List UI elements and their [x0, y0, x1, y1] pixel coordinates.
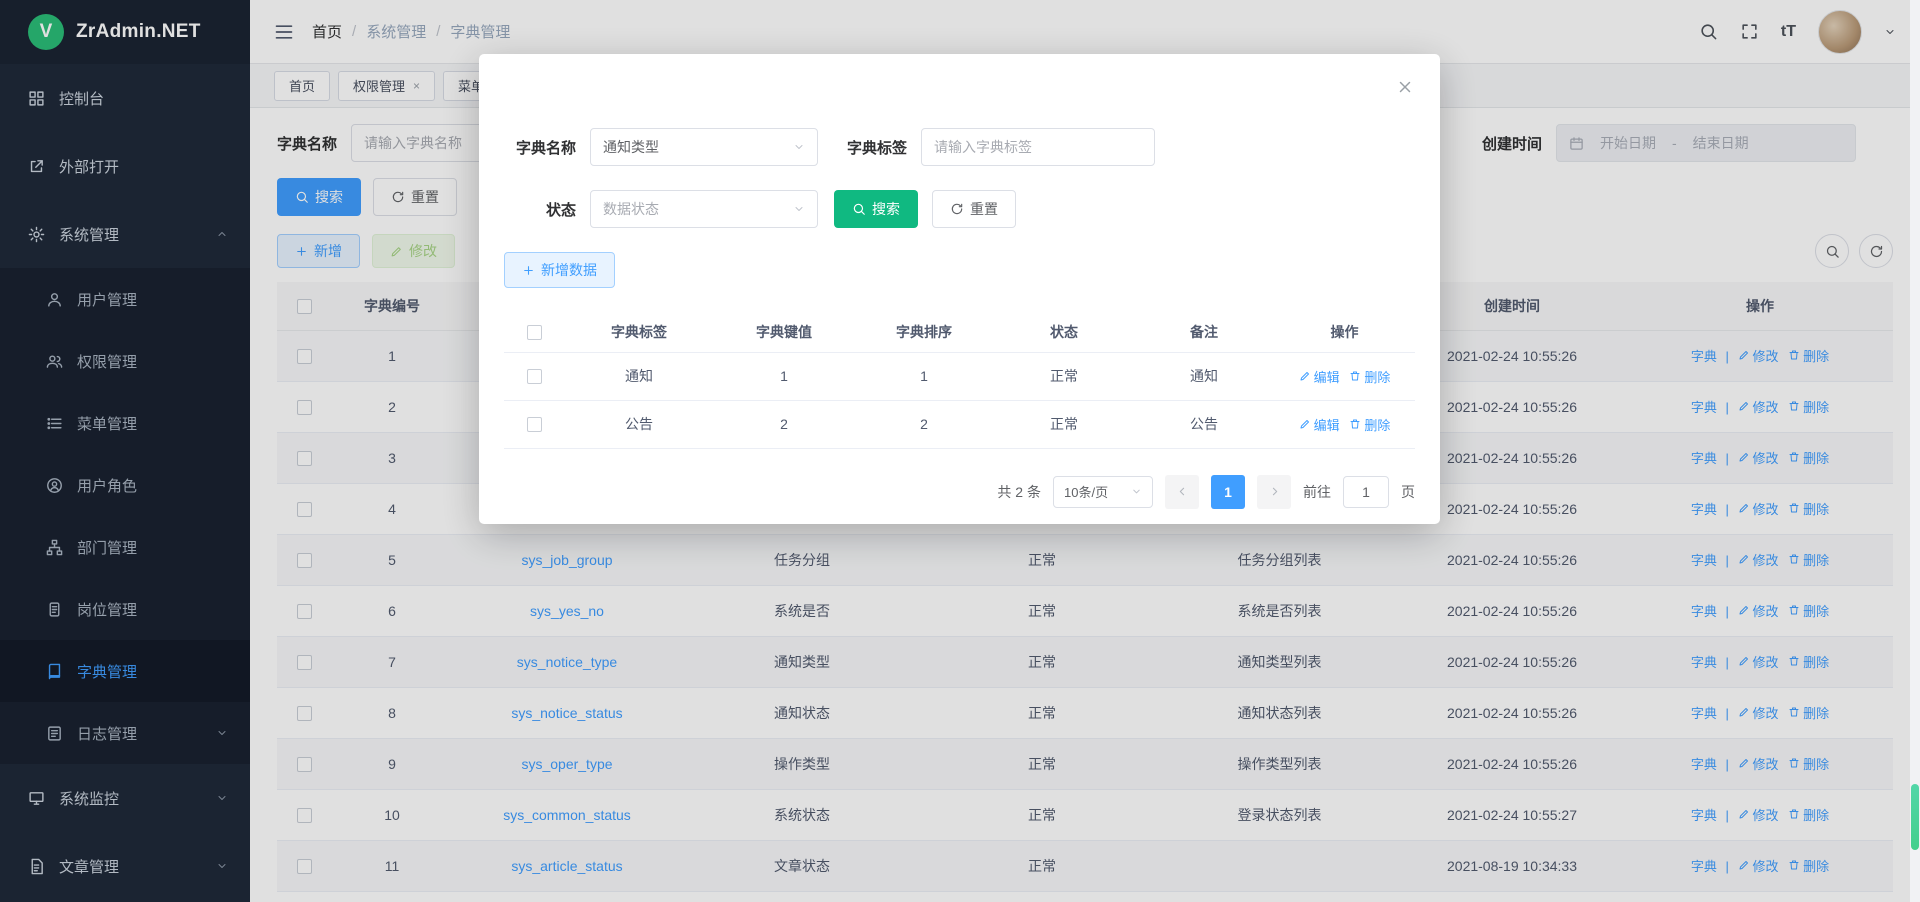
- dialog-toolbar: 新增数据: [504, 252, 1415, 288]
- dialog-filter-row-2: 状态 数据状态 搜索 重置: [504, 190, 1415, 228]
- page-size-select[interactable]: 10条/页: [1053, 476, 1153, 508]
- row-delete-link[interactable]: 删除: [1349, 415, 1390, 434]
- col-dict-label: 字典标签: [564, 312, 714, 352]
- page-size-value: 10条/页: [1064, 482, 1108, 501]
- pagination: 共 2 条 10条/页 1 前往 页: [504, 475, 1415, 509]
- trash-icon: [1349, 370, 1361, 382]
- dialog-filter-row-1: 字典名称 通知类型 字典标签: [504, 128, 1415, 166]
- col-remark: 备注: [1134, 312, 1274, 352]
- dict-data-table: 字典标签 字典键值 字典排序 状态 备注 操作 通知 1 1 正常: [504, 312, 1415, 449]
- cell-status: 正常: [994, 400, 1134, 448]
- select-placeholder: 数据状态: [603, 199, 659, 219]
- status-select[interactable]: 数据状态: [590, 190, 818, 228]
- dialog-search-button[interactable]: 搜索: [834, 190, 918, 228]
- dict-label-label: 字典标签: [818, 137, 921, 158]
- edit-link-label: 编辑: [1314, 367, 1340, 386]
- edit-icon: [1299, 418, 1311, 430]
- row-checkbox[interactable]: [527, 369, 542, 384]
- col-dict-sort: 字典排序: [854, 312, 994, 352]
- add-data-button[interactable]: 新增数据: [504, 252, 615, 288]
- pagination-total: 共 2 条: [997, 482, 1041, 502]
- chevron-down-icon: [793, 203, 805, 215]
- dict-label-input[interactable]: [921, 128, 1155, 166]
- row-edit-link[interactable]: 编辑: [1299, 415, 1340, 434]
- cell-dict-value: 1: [714, 352, 854, 400]
- add-data-label: 新增数据: [541, 260, 597, 280]
- dialog-table-header-row: 字典标签 字典键值 字典排序 状态 备注 操作: [504, 312, 1415, 352]
- cell-remark: 通知: [1134, 352, 1274, 400]
- close-icon[interactable]: [1396, 78, 1414, 96]
- delete-link-label: 删除: [1364, 415, 1390, 434]
- chevron-right-icon: [1268, 485, 1281, 498]
- page-number-button[interactable]: 1: [1211, 475, 1245, 509]
- goto-label: 前往: [1303, 482, 1331, 502]
- cell-remark: 公告: [1134, 400, 1274, 448]
- dict-name-label: 字典名称: [504, 137, 590, 158]
- col-operations: 操作: [1274, 312, 1415, 352]
- select-all-checkbox[interactable]: [527, 325, 542, 340]
- plus-icon: [522, 264, 535, 277]
- cell-dict-label: 通知: [564, 352, 714, 400]
- chevron-down-icon: [1131, 486, 1142, 497]
- refresh-icon: [950, 202, 964, 216]
- scrollbar-thumb[interactable]: [1911, 784, 1919, 850]
- col-status: 状态: [994, 312, 1134, 352]
- dialog-table-row: 通知 1 1 正常 通知 编辑 删除: [504, 352, 1415, 400]
- cell-operations: 编辑 删除: [1274, 400, 1415, 448]
- dict-name-select[interactable]: 通知类型: [590, 128, 818, 166]
- dialog-reset-button[interactable]: 重置: [932, 190, 1016, 228]
- row-checkbox[interactable]: [527, 417, 542, 432]
- row-edit-link[interactable]: 编辑: [1299, 367, 1340, 386]
- cell-dict-label: 公告: [564, 400, 714, 448]
- cell-operations: 编辑 删除: [1274, 352, 1415, 400]
- edit-icon: [1299, 370, 1311, 382]
- search-icon: [852, 202, 866, 216]
- chevron-left-icon: [1176, 485, 1189, 498]
- prev-page-button[interactable]: [1165, 475, 1199, 509]
- chevron-down-icon: [793, 141, 805, 153]
- next-page-button[interactable]: [1257, 475, 1291, 509]
- cell-dict-value: 2: [714, 400, 854, 448]
- status-label: 状态: [504, 199, 590, 220]
- col-dict-value: 字典键值: [714, 312, 854, 352]
- select-value: 通知类型: [603, 137, 659, 157]
- page-unit-label: 页: [1401, 482, 1415, 502]
- delete-link-label: 删除: [1364, 367, 1390, 386]
- dict-data-dialog: 字典名称 通知类型 字典标签 状态 数据状态 搜索 重置: [479, 54, 1440, 524]
- cell-status: 正常: [994, 352, 1134, 400]
- dialog-search-label: 搜索: [872, 199, 900, 219]
- trash-icon: [1349, 418, 1361, 430]
- dialog-table-row: 公告 2 2 正常 公告 编辑 删除: [504, 400, 1415, 448]
- edit-link-label: 编辑: [1314, 415, 1340, 434]
- dialog-body: 字典名称 通知类型 字典标签 状态 数据状态 搜索 重置: [479, 54, 1440, 509]
- dialog-reset-label: 重置: [970, 199, 998, 219]
- row-delete-link[interactable]: 删除: [1349, 367, 1390, 386]
- goto-page-input[interactable]: [1343, 476, 1389, 508]
- cell-dict-sort: 1: [854, 352, 994, 400]
- scrollbar-track[interactable]: [1910, 0, 1920, 902]
- cell-dict-sort: 2: [854, 400, 994, 448]
